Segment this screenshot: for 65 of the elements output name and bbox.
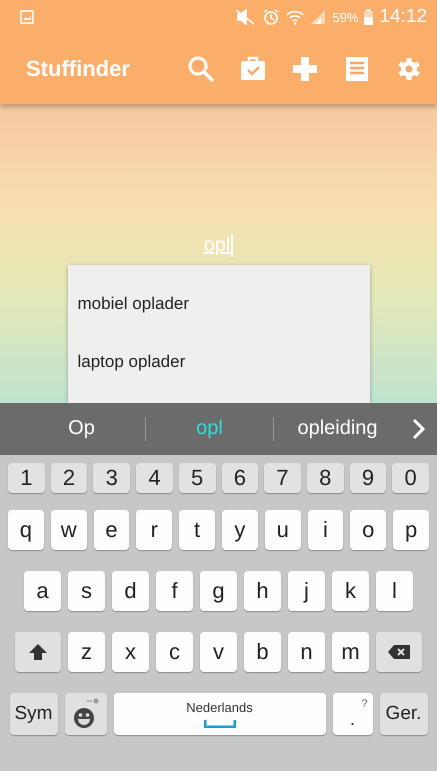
key[interactable]: u: [264, 510, 301, 550]
word-suggestion[interactable]: Op: [18, 417, 145, 440]
key[interactable]: a: [24, 570, 61, 610]
key[interactable]: e: [94, 510, 130, 550]
autocomplete-item[interactable]: laptop oplader: [68, 333, 370, 391]
go-key[interactable]: Ger.: [380, 692, 428, 734]
shift-key[interactable]: [15, 632, 61, 672]
battery-icon: [364, 9, 374, 25]
key[interactable]: 5: [178, 462, 216, 492]
word-suggestion[interactable]: opleiding: [274, 417, 401, 440]
key[interactable]: j: [288, 570, 325, 610]
key[interactable]: 7: [264, 462, 301, 492]
emoji-key[interactable]: [64, 692, 106, 734]
key[interactable]: k: [332, 570, 369, 610]
period-key[interactable]: ? .: [332, 692, 372, 734]
key[interactable]: b: [244, 632, 281, 672]
gallery-icon: [20, 10, 34, 24]
key[interactable]: 4: [136, 462, 173, 492]
autocomplete-item[interactable]: mobiel oplader: [68, 275, 370, 333]
key[interactable]: o: [350, 510, 386, 550]
key[interactable]: f: [156, 570, 193, 610]
key-label: .: [350, 710, 355, 728]
space-icon: [204, 720, 236, 728]
key[interactable]: p: [393, 510, 429, 550]
key[interactable]: 3: [93, 462, 130, 492]
shift-arrow-icon: [28, 642, 48, 662]
key[interactable]: 9: [350, 462, 386, 492]
space-key[interactable]: Nederlands: [114, 692, 326, 734]
key[interactable]: w: [50, 510, 87, 550]
key[interactable]: h: [244, 570, 281, 610]
wifi-icon: [286, 9, 304, 25]
chevron-right-icon[interactable]: [411, 418, 425, 440]
backspace-icon: [387, 644, 411, 660]
key[interactable]: t: [179, 510, 215, 550]
mute-icon: [234, 9, 256, 25]
key[interactable]: i: [308, 510, 344, 550]
key[interactable]: d: [112, 570, 149, 610]
key[interactable]: 6: [222, 462, 258, 492]
app-title: Stuffinder: [26, 56, 130, 82]
signal-icon: [310, 10, 326, 24]
key[interactable]: r: [136, 510, 172, 550]
key[interactable]: 1: [8, 462, 45, 492]
battery-percent: 59%: [332, 10, 358, 24]
plus-icon: [290, 54, 320, 84]
key[interactable]: c: [156, 632, 193, 672]
key[interactable]: l: [376, 570, 413, 610]
key[interactable]: 2: [50, 462, 88, 492]
search-icon: [186, 54, 216, 84]
backspace-key[interactable]: [376, 632, 422, 672]
key-hint: ?: [361, 699, 368, 710]
key[interactable]: y: [222, 510, 258, 550]
key[interactable]: 0: [392, 462, 430, 492]
key[interactable]: m: [332, 632, 369, 672]
key[interactable]: g: [200, 570, 237, 610]
alarm-icon: [262, 8, 280, 26]
clock: 14:12: [379, 6, 427, 28]
sym-key[interactable]: Sym: [10, 692, 58, 734]
key[interactable]: x: [112, 632, 149, 672]
key[interactable]: n: [288, 632, 325, 672]
language-label: Nederlands: [186, 700, 253, 714]
key[interactable]: q: [8, 510, 44, 550]
key[interactable]: s: [68, 570, 105, 610]
key[interactable]: v: [200, 632, 237, 672]
key[interactable]: 8: [306, 462, 344, 492]
key[interactable]: z: [68, 632, 105, 672]
